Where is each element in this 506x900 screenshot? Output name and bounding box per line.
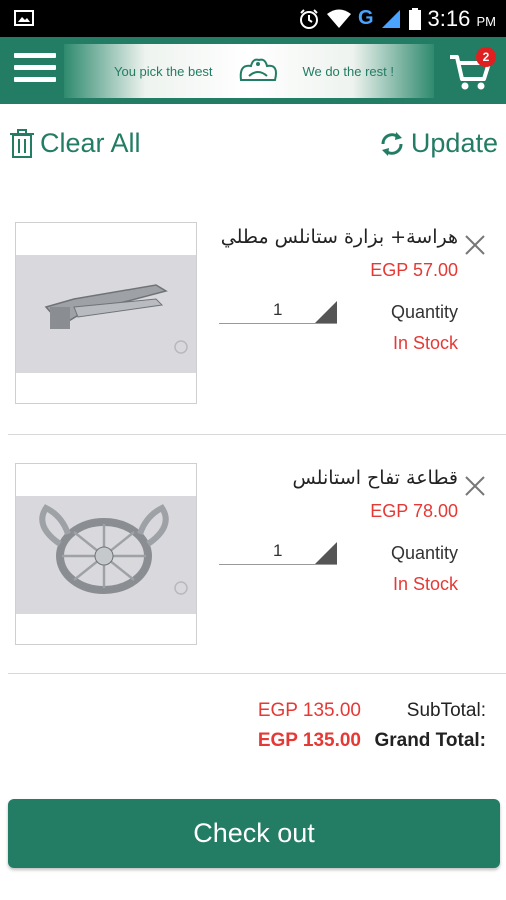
cart-count-badge: 2 (476, 47, 496, 67)
grand-total-row: EGP 135.00 Grand Total: (0, 730, 506, 758)
app-bar: You pick the best We do the rest ! 2 (0, 37, 506, 104)
divider (8, 434, 506, 435)
trash-icon (10, 128, 34, 158)
store-logo (239, 58, 277, 81)
subtotal-label: SubTotal: (406, 700, 486, 721)
header-banner: You pick the best We do the rest ! (64, 44, 434, 98)
quantity-dropdown[interactable]: 1 (219, 294, 337, 324)
tagline-left: You pick the best (114, 63, 213, 79)
image-notification-icon (14, 10, 34, 26)
signal-icon (381, 9, 400, 28)
dropdown-arrow-icon (315, 542, 337, 564)
stock-status: In Stock (392, 333, 458, 353)
checkout-button[interactable]: Check out (8, 799, 500, 868)
product-image[interactable] (15, 463, 197, 645)
status-bar: G 3:16 PM (0, 0, 506, 37)
product-price: EGP 57.00 (370, 260, 458, 280)
clear-all-label: Clear All (40, 128, 141, 158)
cart-item: هراسة+ بزارة ستانلس مطلي EGP 57.00 1 Qua… (0, 222, 506, 435)
update-label: Update (410, 128, 498, 158)
product-name: هراسة+ بزارة ستانلس مطلي (220, 226, 458, 248)
quantity-label: Quantity (390, 302, 458, 322)
alarm-icon (299, 8, 318, 29)
clear-all-button[interactable]: Clear All (10, 128, 141, 159)
cart-button[interactable]: 2 (448, 47, 496, 91)
clock: 3:16 PM (427, 5, 496, 31)
quantity-label: Quantity (390, 543, 458, 563)
apple-slicer-photo (16, 496, 196, 614)
grand-total-value: EGP 135.00 (257, 730, 361, 751)
quantity-value: 1 (273, 300, 283, 319)
update-button[interactable]: Update (379, 128, 498, 159)
refresh-icon (381, 131, 403, 156)
product-price: EGP 78.00 (370, 501, 458, 521)
divider (8, 673, 506, 674)
menu-icon-bar (14, 77, 56, 82)
wifi-icon (326, 9, 351, 28)
grand-total-label: Grand Total: (374, 730, 486, 751)
tagline-right: We do the rest ! (302, 63, 394, 79)
garlic-press-image (44, 284, 188, 354)
garlic-press-photo (16, 255, 196, 373)
menu-button[interactable] (14, 53, 56, 87)
product-name: قطاعة تفاح استانلس (292, 467, 458, 489)
dropdown-arrow-icon (315, 301, 337, 323)
apple-slicer-image (39, 504, 188, 595)
cart-actions: Clear All Update (0, 124, 506, 168)
battery-icon (408, 7, 421, 30)
remove-item-icon[interactable] (464, 475, 486, 497)
quantity-dropdown[interactable]: 1 (219, 535, 337, 565)
menu-icon-bar (14, 65, 56, 70)
quantity-value: 1 (273, 541, 283, 560)
cart-item: قطاعة تفاح استانلس EGP 78.00 1 Quantity … (0, 463, 506, 674)
subtotal-row: EGP 135.00 SubTotal: (0, 700, 506, 728)
product-image[interactable] (15, 222, 197, 404)
remove-item-icon[interactable] (464, 234, 486, 256)
stock-status: In Stock (392, 574, 458, 594)
menu-icon-bar (14, 53, 56, 58)
subtotal-value: EGP 135.00 (257, 700, 361, 721)
network-type: G (357, 7, 374, 29)
